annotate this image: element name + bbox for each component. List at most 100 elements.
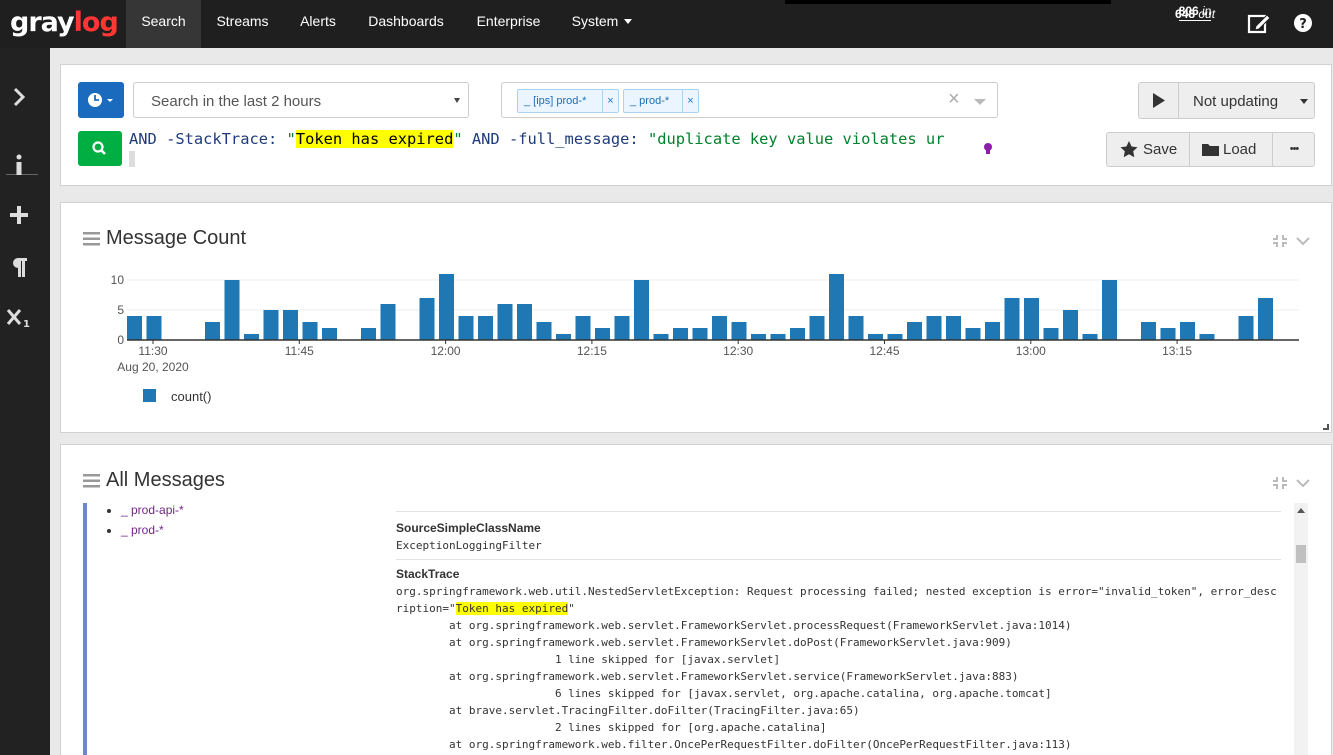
- stream-link[interactable]: _ prod-api-*: [121, 500, 184, 520]
- y-tick-label: 0: [117, 333, 124, 347]
- stream-tag-ips-prod: _ [ips] prod-* ×: [517, 89, 619, 113]
- bar: [595, 328, 610, 340]
- bar: [1102, 280, 1117, 340]
- bar: [1082, 334, 1098, 340]
- bar: [1160, 328, 1176, 340]
- bar: [614, 316, 630, 340]
- streams-dropdown-icon[interactable]: [974, 99, 986, 105]
- svg-text:1: 1: [23, 319, 30, 330]
- field-name: StackTrace: [396, 567, 460, 581]
- remove-tag-icon[interactable]: ×: [602, 90, 618, 112]
- info-icon[interactable]: [6, 152, 32, 178]
- bar: [1141, 322, 1156, 340]
- throughput-indicator[interactable]: 806 in 648 out: [1168, 4, 1222, 22]
- save-button[interactable]: Save: [1107, 133, 1189, 166]
- scrollbar-thumb[interactable]: [1296, 545, 1306, 563]
- remove-tag-icon[interactable]: ×: [682, 90, 698, 112]
- play-button[interactable]: [1139, 83, 1179, 118]
- bar: [926, 316, 942, 340]
- left-sidebar: 1: [0, 48, 50, 755]
- resize-handle[interactable]: [1323, 424, 1329, 430]
- x-tick-label: 12:30: [723, 344, 753, 358]
- graylog-logo[interactable]: gray log: [10, 4, 119, 40]
- bar: [790, 328, 805, 340]
- bar: [517, 304, 532, 340]
- timerange-type-button[interactable]: [78, 82, 124, 118]
- timerange-select[interactable]: Search in the last 2 hours: [133, 82, 469, 118]
- nav-enterprise[interactable]: Enterprise: [460, 0, 557, 48]
- scroll-up-icon[interactable]: [1297, 508, 1305, 513]
- load-button[interactable]: Load: [1190, 133, 1272, 166]
- search-icon: [92, 141, 106, 155]
- field-separator: [396, 559, 1281, 560]
- field-separator: [396, 511, 1281, 512]
- top-black-bar: [785, 0, 1111, 4]
- bar: [731, 322, 747, 340]
- bar: [653, 334, 669, 340]
- widget-controls[interactable]: [1271, 475, 1315, 491]
- bar: [634, 280, 649, 340]
- more-actions-button[interactable]: •••: [1273, 133, 1315, 166]
- bar: [205, 322, 220, 340]
- bar: [439, 274, 454, 340]
- streams-select[interactable]: _ [ips] prod-* × _ prod-* × ×: [501, 82, 998, 118]
- stream-tag-prod: _ prod-* ×: [623, 89, 699, 113]
- bar: [497, 304, 513, 340]
- bar: [1004, 298, 1020, 340]
- bar: [946, 316, 961, 340]
- bar: [322, 328, 337, 340]
- clipped-value: serial: [396, 497, 456, 499]
- lightbulb-icon[interactable]: [983, 142, 993, 156]
- help-icon[interactable]: ?: [1290, 10, 1316, 36]
- paragraph-icon[interactable]: [6, 254, 32, 280]
- stream-tag-label: _ prod-*: [630, 95, 670, 107]
- bar: [712, 316, 727, 340]
- bar: [907, 322, 922, 340]
- clear-streams-icon[interactable]: ×: [948, 88, 960, 111]
- refresh-control[interactable]: Not updating: [1138, 82, 1315, 119]
- chevron-right-icon[interactable]: [6, 84, 32, 110]
- stream-link[interactable]: _ prod-*: [121, 520, 184, 540]
- bar: [127, 316, 142, 340]
- bar: [458, 316, 474, 340]
- field-name: SourceSimpleClassName: [396, 521, 541, 535]
- messages-scrollbar[interactable]: [1294, 503, 1308, 755]
- bar: [848, 316, 864, 340]
- stream-tag-label: _ [ips] prod-*: [524, 95, 587, 107]
- caret-down-icon: [454, 98, 460, 103]
- x-tick-label: 13:15: [1162, 344, 1192, 358]
- bar: [575, 316, 591, 340]
- bar: [478, 316, 493, 340]
- y-tick-label: 5: [117, 303, 124, 317]
- search-query-input[interactable]: AND -StackTrace: "Token has expired" AND…: [129, 128, 989, 168]
- legend-label: count(): [171, 389, 212, 404]
- drag-handle-icon[interactable]: [83, 474, 100, 488]
- x-tick-label: 12:00: [431, 344, 461, 358]
- nav-dashboards[interactable]: Dashboards: [352, 0, 460, 48]
- widget-title: All Messages: [106, 469, 225, 491]
- field-value: ExceptionLoggingFilter: [396, 539, 542, 552]
- all-messages-widget: All Messages _ prod-api-* _ prod-* seria…: [60, 444, 1332, 755]
- bar: [829, 274, 844, 340]
- legend-swatch[interactable]: [143, 389, 156, 402]
- chevron-down-icon: [624, 19, 633, 24]
- bar: [770, 334, 786, 340]
- search-button[interactable]: [78, 131, 122, 166]
- subscript-icon[interactable]: 1: [6, 304, 32, 330]
- nav-system[interactable]: System: [557, 0, 647, 48]
- edit-icon[interactable]: [1246, 10, 1272, 36]
- bar: [1043, 328, 1059, 340]
- compress-icon: [1273, 477, 1287, 489]
- bar: [868, 334, 883, 340]
- nav-alerts[interactable]: Alerts: [284, 0, 352, 48]
- bar: [283, 310, 298, 340]
- x-tick-label: 12:15: [577, 344, 607, 358]
- x-tick-label: 11:45: [285, 344, 314, 358]
- message-count-chart: 0 5 10 11:30 11:45 12:00 12:15 12:30 12:45 13:00 1…: [111, 273, 1299, 374]
- bar: [536, 322, 552, 340]
- nav-search[interactable]: Search: [126, 0, 201, 48]
- bar: [224, 280, 240, 340]
- nav-streams[interactable]: Streams: [201, 0, 284, 48]
- plus-icon[interactable]: [6, 202, 32, 228]
- bar: [146, 316, 162, 340]
